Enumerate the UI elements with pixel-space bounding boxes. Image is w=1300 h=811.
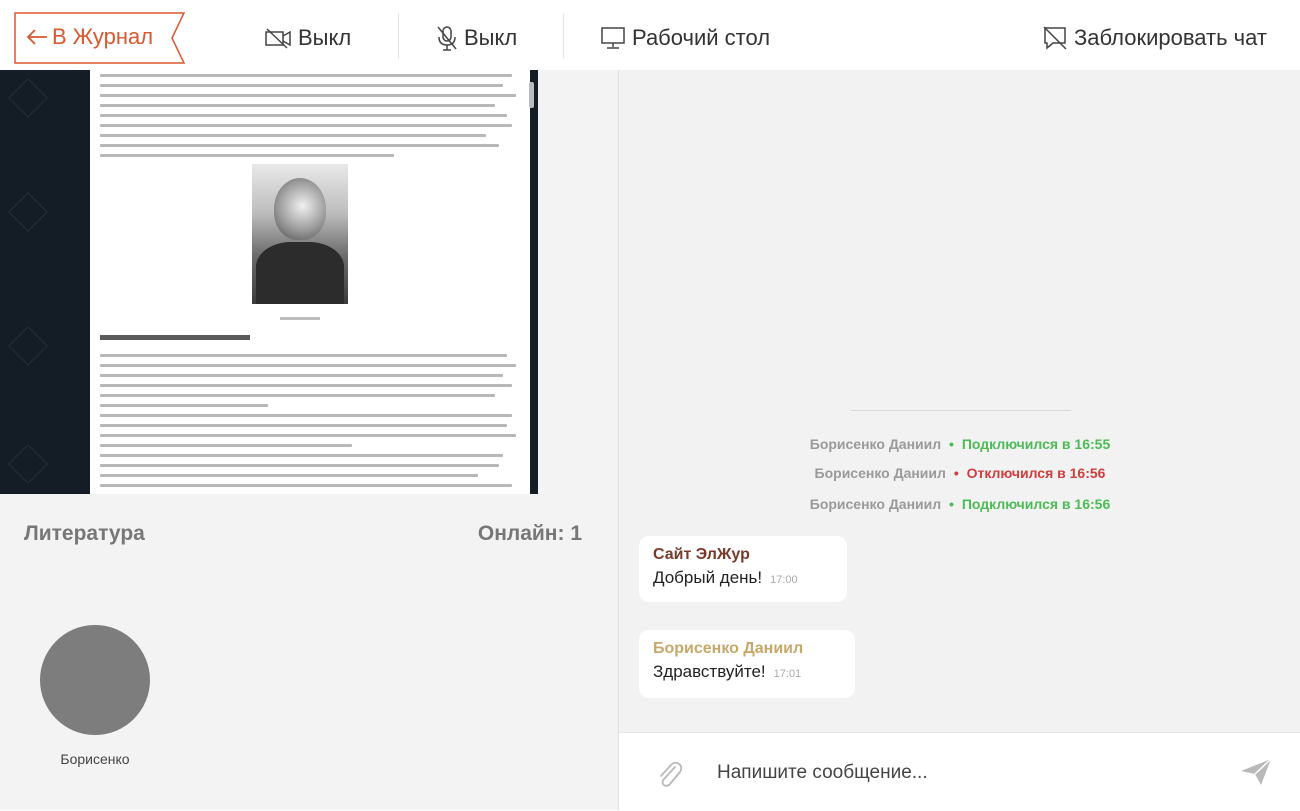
background-decoration [8,326,48,366]
send-icon[interactable] [1239,757,1273,787]
status-dot: • [949,436,954,452]
message-composer [619,732,1300,811]
mic-off-icon [437,26,457,51]
online-count: Онлайн: 1 [477,522,582,545]
chat-message: Сайт ЭлЖур Добрый день! 17:00 [639,536,847,602]
toolbar-divider [398,14,399,58]
toolbar-divider [563,14,564,58]
system-message: Борисенко Даниил • Подключился в 16:56 [619,496,1300,512]
arrow-left-icon [26,29,47,45]
paperclip-icon[interactable] [655,759,683,789]
chat-message: Борисенко Даниил Здравствуйте! 17:01 [639,630,855,698]
system-message-name: Борисенко Даниил [809,436,942,452]
document-text-block [100,74,520,164]
system-message: Борисенко Даниил • Отключился в 16:56 [619,465,1300,481]
message-input[interactable] [715,755,1199,791]
desktop-share-button[interactable]: Рабочий стол [600,0,770,76]
mic-status-label: Выкл [464,25,518,50]
mic-toggle-button[interactable]: Выкл [436,0,517,76]
background-decoration [8,192,48,232]
chat-panel: Борисенко Даниил • Подключился в 16:55 Б… [618,70,1300,811]
avatar[interactable] [40,625,150,735]
system-message-status: Подключился в 16:56 [961,496,1111,512]
background-decoration [8,78,48,118]
camera-off-icon [265,28,291,49]
participant-name: Борисенко [60,751,130,767]
system-message-name: Борисенко Даниил [814,465,946,481]
monitor-icon [601,27,625,49]
system-message-status: Отключился в 16:56 [966,465,1106,481]
back-button-label: В Журнал [52,24,154,49]
background-decoration [8,444,48,484]
document-portrait-image [252,164,348,304]
back-to-journal-button[interactable]: В Журнал [14,12,186,64]
chat-divider [851,410,1071,411]
camera-status-label: Выкл [298,25,352,50]
shared-screen-viewer[interactable] [0,70,538,494]
system-message-name: Борисенко Даниил [809,496,942,512]
subject-title: Литература [24,522,145,545]
system-message-status: Подключился в 16:55 [961,436,1111,452]
message-text: Здравствуйте! [653,662,766,681]
status-dot: • [953,465,959,481]
status-dot: • [949,496,954,512]
block-chat-button[interactable]: Заблокировать чат [1042,0,1267,76]
message-author: Борисенко Даниил [653,640,804,657]
block-chat-label: Заблокировать чат [1074,25,1267,50]
stream-panel: Литература Онлайн: 1 Борисенко [0,70,618,810]
document-text-block [100,354,520,494]
system-message: Борисенко Даниил • Подключился в 16:55 [619,436,1300,452]
portrait-caption [280,317,320,320]
message-author: Сайт ЭлЖур [653,546,750,563]
message-time: 17:01 [773,668,802,680]
top-toolbar: В Журнал Выкл Выкл Рабочий стол Заблокир… [0,0,1300,70]
message-text: Добрый день! [653,568,763,587]
document-scrollbar[interactable] [529,82,534,108]
camera-toggle-button[interactable]: Выкл [264,0,351,76]
message-time: 17:00 [770,574,798,586]
chat-block-icon [1043,26,1067,50]
desktop-share-label: Рабочий стол [632,25,771,50]
document-section-heading [100,335,250,340]
